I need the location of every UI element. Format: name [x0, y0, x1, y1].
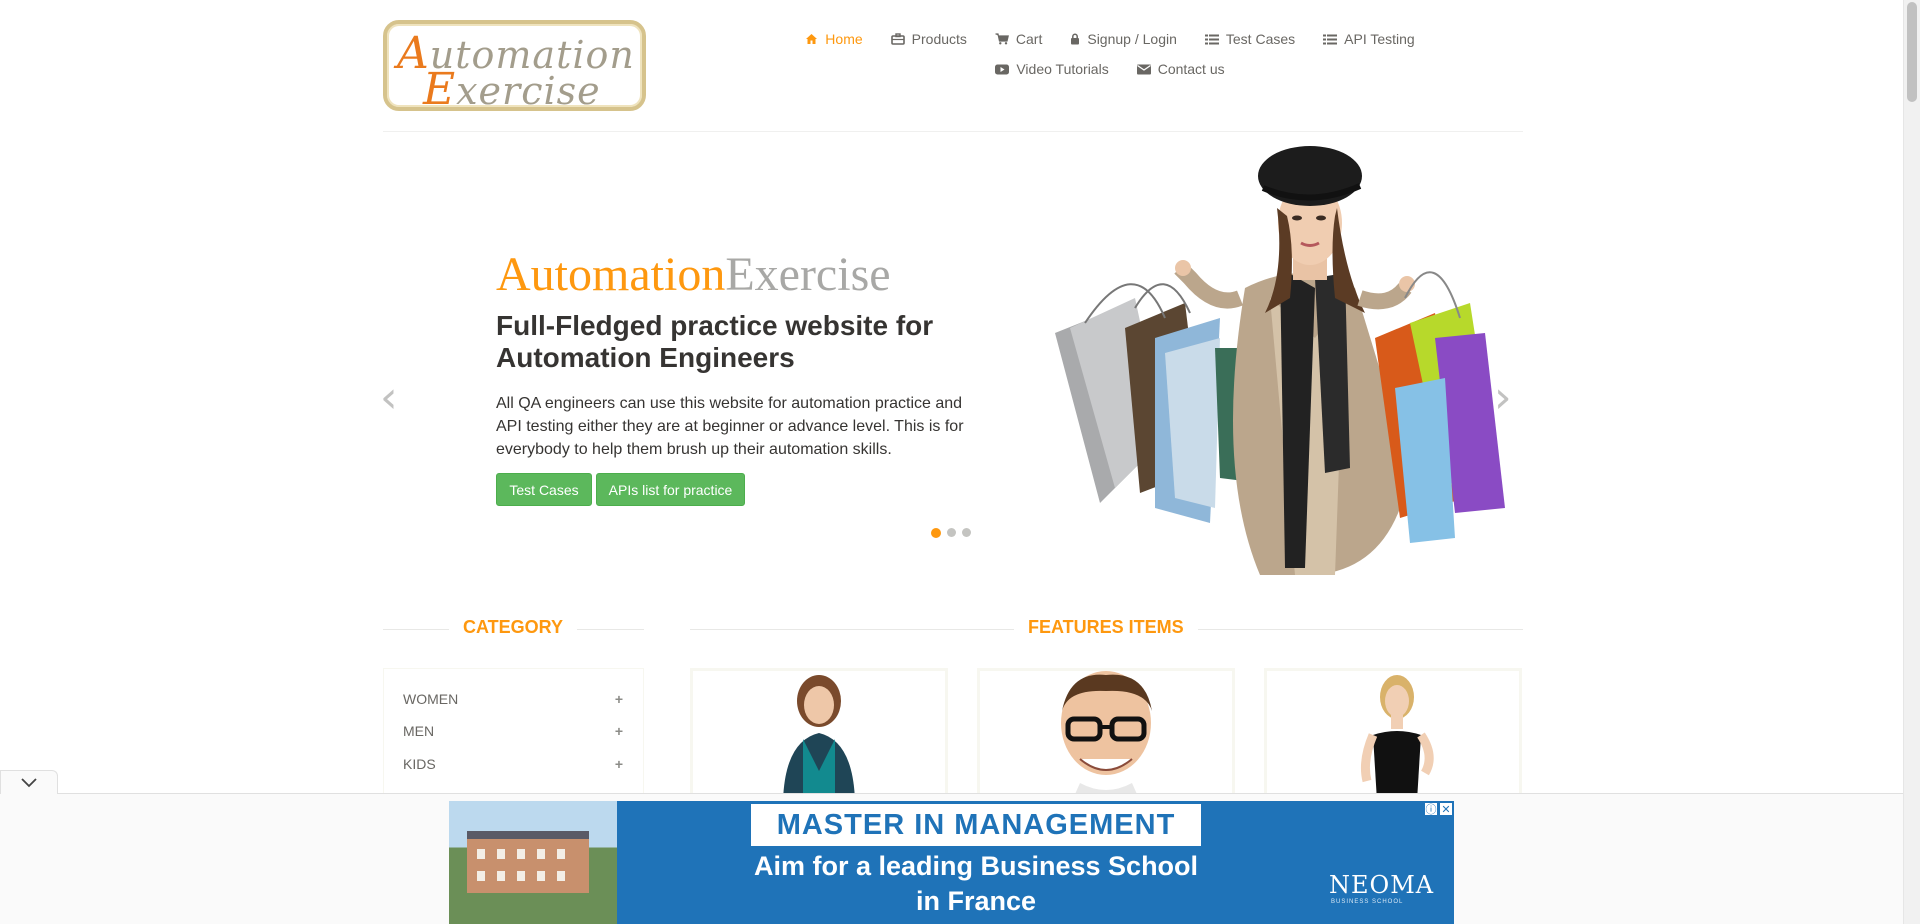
- category-kids[interactable]: KIDS +: [403, 756, 623, 772]
- plus-icon[interactable]: +: [615, 723, 623, 739]
- ad-building: [467, 831, 589, 893]
- nav-signup-login-label: Signup / Login: [1087, 31, 1177, 47]
- home-icon: [805, 33, 818, 45]
- ad-window: [477, 871, 485, 881]
- logo-word-2: xercise: [456, 69, 601, 113]
- ad-window: [477, 849, 485, 859]
- ad-window: [537, 849, 545, 859]
- slider-dot-2[interactable]: [947, 528, 956, 537]
- features-items-heading: FEATURES ITEMS: [1014, 617, 1198, 638]
- chevron-down-icon: [21, 777, 37, 787]
- nav-video-tutorials-label: Video Tutorials: [1016, 61, 1109, 77]
- ad-subline-1: Aim for a leading Business School: [753, 851, 1199, 881]
- ad-photo: [449, 801, 617, 924]
- ad-window: [497, 849, 505, 859]
- ad-window: [537, 871, 545, 881]
- lock-icon: [1070, 33, 1080, 45]
- plus-icon[interactable]: +: [615, 691, 623, 707]
- hero-brand-part2: Exercise: [725, 248, 891, 301]
- ad-brand-subtitle: BUSINESS SCHOOL: [1331, 899, 1404, 905]
- category-kids-label: KIDS: [403, 756, 436, 772]
- site-logo[interactable]: Automation Exercise: [383, 20, 646, 115]
- nav-home[interactable]: Home: [791, 28, 876, 50]
- slider-prev-arrow-icon[interactable]: ‹: [380, 376, 398, 420]
- category-panel: WOMEN + MEN + KIDS +: [383, 668, 644, 798]
- category-men[interactable]: MEN +: [403, 723, 623, 739]
- apis-list-button[interactable]: APIs list for practice: [596, 473, 745, 506]
- list-icon: [1323, 34, 1338, 45]
- product-card-3[interactable]: [1264, 668, 1522, 798]
- ad-collapse-toggle[interactable]: [0, 770, 58, 794]
- main-nav: Home Products Cart Signup / Login Test C…: [780, 28, 1440, 80]
- nav-cart[interactable]: Cart: [981, 28, 1056, 50]
- ad-window: [497, 871, 505, 881]
- product-image-3: [1361, 675, 1434, 795]
- list-icon: [1204, 34, 1219, 45]
- ad-window: [517, 871, 525, 881]
- nav-api-testing-label: API Testing: [1344, 31, 1415, 47]
- advertisement-banner[interactable]: MASTER IN MANAGEMENT Aim for a leading B…: [449, 801, 1454, 924]
- ad-subline: Aim for a leading Business School in Fra…: [701, 849, 1251, 919]
- ad-brand-logo: NEOMA: [1329, 871, 1435, 899]
- nav-video-tutorials[interactable]: Video Tutorials: [981, 58, 1122, 80]
- nav-contact-us[interactable]: Contact us: [1123, 58, 1239, 80]
- header-divider: [383, 131, 1523, 132]
- nav-test-cases-label: Test Cases: [1225, 31, 1296, 47]
- ad-controls: ⓘ ✕: [1424, 802, 1453, 816]
- nav-api-testing[interactable]: API Testing: [1309, 28, 1429, 50]
- category-heading: CATEGORY: [449, 617, 578, 638]
- category-men-label: MEN: [403, 723, 435, 739]
- hero-image: [1055, 146, 1505, 575]
- nav-row-2: Video Tutorials Contact us: [780, 58, 1440, 80]
- nav-products[interactable]: Products: [877, 28, 981, 50]
- hero-title: Full-Fledged practice website for Automa…: [496, 310, 934, 373]
- youtube-icon: [995, 64, 1010, 75]
- logo-cap-e: E: [423, 64, 457, 115]
- ad-close-icon[interactable]: ✕: [1439, 802, 1453, 816]
- scrollbar-thumb[interactable]: [1907, 2, 1917, 102]
- nav-test-cases[interactable]: Test Cases: [1191, 28, 1309, 50]
- nav-contact-us-label: Contact us: [1157, 61, 1225, 77]
- product-image-1: [783, 675, 855, 795]
- ad-headline: MASTER IN MANAGEMENT: [751, 804, 1201, 846]
- product-card-1[interactable]: [690, 668, 948, 798]
- category-women-label: WOMEN: [403, 691, 459, 707]
- hero-brand: AutomationExercise: [496, 247, 891, 302]
- ad-info-icon[interactable]: ⓘ: [1424, 802, 1438, 816]
- category-women[interactable]: WOMEN +: [403, 691, 623, 707]
- product-image-2: [1061, 671, 1152, 795]
- slider-dot-1[interactable]: [931, 528, 941, 538]
- nav-row-1: Home Products Cart Signup / Login Test C…: [780, 28, 1440, 50]
- logo-line-2: Exercise: [423, 64, 601, 115]
- hero-text: All QA engineers can use this website fo…: [496, 395, 964, 458]
- ad-window: [557, 871, 565, 881]
- vertical-scrollbar[interactable]: [1903, 0, 1920, 924]
- ad-window: [557, 849, 565, 859]
- hero-brand-part1: Automation: [496, 248, 726, 301]
- ad-window: [517, 849, 525, 859]
- cart-icon: [995, 33, 1009, 45]
- test-cases-button[interactable]: Test Cases: [496, 473, 592, 506]
- product-card-2[interactable]: [977, 668, 1235, 798]
- ad-subline-2: in France: [915, 886, 1037, 916]
- nav-products-label: Products: [911, 31, 967, 47]
- products-icon: [890, 33, 905, 45]
- nav-cart-label: Cart: [1015, 31, 1043, 47]
- nav-home-label: Home: [825, 31, 863, 47]
- slider-dot-3[interactable]: [962, 528, 971, 537]
- envelope-icon: [1136, 64, 1151, 75]
- nav-signup-login[interactable]: Signup / Login: [1056, 28, 1191, 50]
- slider-indicators: [931, 528, 971, 538]
- plus-icon[interactable]: +: [615, 756, 623, 772]
